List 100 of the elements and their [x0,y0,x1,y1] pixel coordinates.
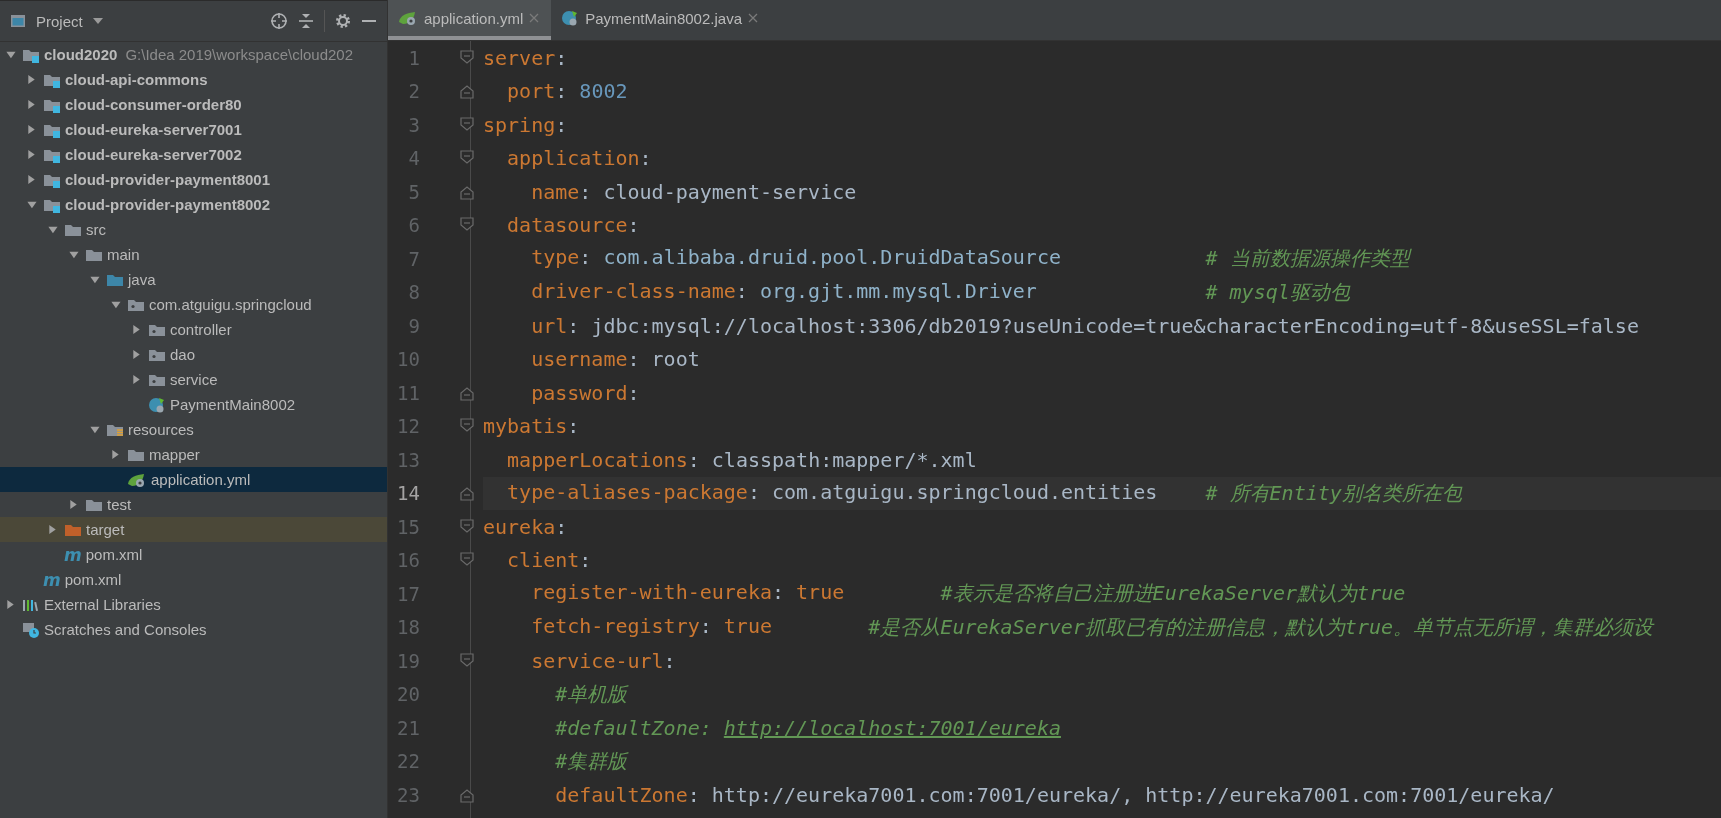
tree-item[interactable]: mapper [0,442,387,467]
tree-item[interactable]: dao [0,342,387,367]
expanded-arrow-icon[interactable] [109,299,121,310]
tree-item[interactable]: main [0,242,387,267]
tree-item[interactable]: java [0,267,387,292]
code-key: name [531,179,580,204]
collapsed-arrow-icon[interactable] [130,349,142,360]
collapsed-arrow-icon[interactable] [130,374,142,385]
collapsed-arrow-icon[interactable] [25,149,37,160]
code-colon: : [567,414,580,439]
caret-icon[interactable] [92,18,103,24]
collapsed-arrow-icon[interactable] [109,449,121,460]
code-key: url [531,313,568,338]
code-value: cloud-payment-service [603,179,857,204]
tree-item[interactable]: test [0,492,387,517]
code-value: root [651,347,700,372]
tree-item[interactable]: Scratches and Consoles [0,617,387,642]
code-value: com.atguigu.springcloud.entities [772,479,1158,506]
code-key: server [483,45,556,70]
expanded-arrow-icon[interactable] [88,274,100,285]
code-comment: #单机版 [555,680,628,708]
code-key: defaultZone [555,782,688,807]
tree-item[interactable]: PaymentMain8002 [0,392,387,417]
fold-marker-icon[interactable] [460,83,474,100]
code-colon: : [663,648,676,673]
tree-item[interactable]: cloud-api-commons [0,67,387,92]
code-class-name: org.gjt.mm.mysql.Driver [759,278,1037,305]
tree-item[interactable]: src [0,217,387,242]
code-number: 8002 [579,79,628,104]
collapsed-arrow-icon[interactable] [25,74,37,85]
tree-item[interactable]: m pom.xml [0,567,387,592]
expanded-arrow-icon[interactable] [46,224,58,235]
code-key: service-url [531,648,664,673]
tree-item[interactable]: cloud2020 G:\Idea 2019\workspace\cloud202 [0,42,387,67]
collapsed-arrow-icon[interactable] [25,124,37,135]
fold-marker-icon[interactable] [460,116,474,133]
locate-icon[interactable] [270,12,288,30]
code-key: mapperLocations [507,447,688,472]
tree-item[interactable]: External Libraries [0,592,387,617]
line-number: 3 [407,113,420,136]
tree-item[interactable]: application.yml [0,467,387,492]
tree-item[interactable]: controller [0,317,387,342]
collapse-all-icon[interactable] [298,13,314,29]
code-comment: #表示是否将自己注册进EurekaServer默认为true [939,580,1406,608]
panel-title[interactable]: Project [36,12,83,30]
tree-item[interactable]: target [0,517,387,542]
code-colon: : [555,514,568,539]
line-number: 12 [396,415,420,438]
fold-marker-icon[interactable] [460,49,474,66]
code-colon: : [555,112,568,137]
settings-icon[interactable] [335,13,351,29]
expanded-arrow-icon[interactable] [88,424,100,435]
line-number: 22 [396,750,420,773]
tree-item[interactable]: cloud-eureka-server7002 [0,142,387,167]
code-key: datasource [507,213,628,238]
code-key: password [531,380,628,405]
close-icon[interactable] [748,13,758,23]
code-colon: : [555,79,569,104]
collapsed-arrow-icon[interactable] [4,599,16,610]
code-comment: # 所有Entity别名类所在包 [1204,479,1462,507]
code-class-name: com.alibaba.druid.pool.DruidDataSource [603,245,1061,272]
collapsed-arrow-icon[interactable] [46,524,58,535]
tree-item[interactable]: cloud-provider-payment8001 [0,167,387,192]
tree-item[interactable]: cloud-eureka-server7001 [0,117,387,142]
line-number: 4 [407,147,420,170]
code-value: classpath:mapper/*.xml [711,447,977,472]
editor-tab[interactable]: PaymentMain8002.java [551,0,770,40]
expanded-arrow-icon[interactable] [4,49,16,60]
line-number: 7 [407,247,420,270]
code-value: jdbc:mysql://localhost:3306/db2019?useUnicode=true&characterEncoding=utf-8&useSSL=false [591,313,1639,338]
line-number: 14 [396,482,420,505]
tree-item[interactable]: cloud-consumer-order80 [0,92,387,117]
tree-item[interactable]: resources [0,417,387,442]
expanded-arrow-icon[interactable] [67,249,79,260]
tree-item[interactable]: cloud-provider-payment8002 [0,192,387,217]
code-link[interactable]: http://localhost:7001/eureka [723,715,1061,740]
line-number: 2 [407,80,420,103]
tree-item[interactable]: service [0,367,387,392]
scratch-clock-icon [22,621,40,638]
collapsed-arrow-icon[interactable] [67,499,79,510]
code-key: application [507,146,640,171]
code-colon: : [579,245,593,272]
code-colon: : [579,548,592,573]
project-view-icon [10,13,26,29]
fold-marker-icon[interactable] [460,518,474,535]
collapsed-arrow-icon[interactable] [25,99,37,110]
tree-item[interactable]: com.atguigu.springcloud [0,292,387,317]
code-key: spring [483,112,556,137]
line-number: 6 [407,214,420,237]
editor-tab[interactable]: application.yml [388,0,552,40]
expanded-arrow-icon[interactable] [25,199,37,210]
code-comment: # 当前数据源操作类型 [1204,245,1410,273]
collapsed-arrow-icon[interactable] [130,324,142,335]
code-colon: : [627,213,640,238]
fold-marker-icon[interactable] [460,485,474,502]
code-colon: : [627,380,640,405]
tree-item[interactable]: m pom.xml [0,542,387,567]
class-file-icon [561,10,580,26]
fold-marker-icon[interactable] [460,652,474,669]
collapsed-arrow-icon[interactable] [25,174,37,185]
